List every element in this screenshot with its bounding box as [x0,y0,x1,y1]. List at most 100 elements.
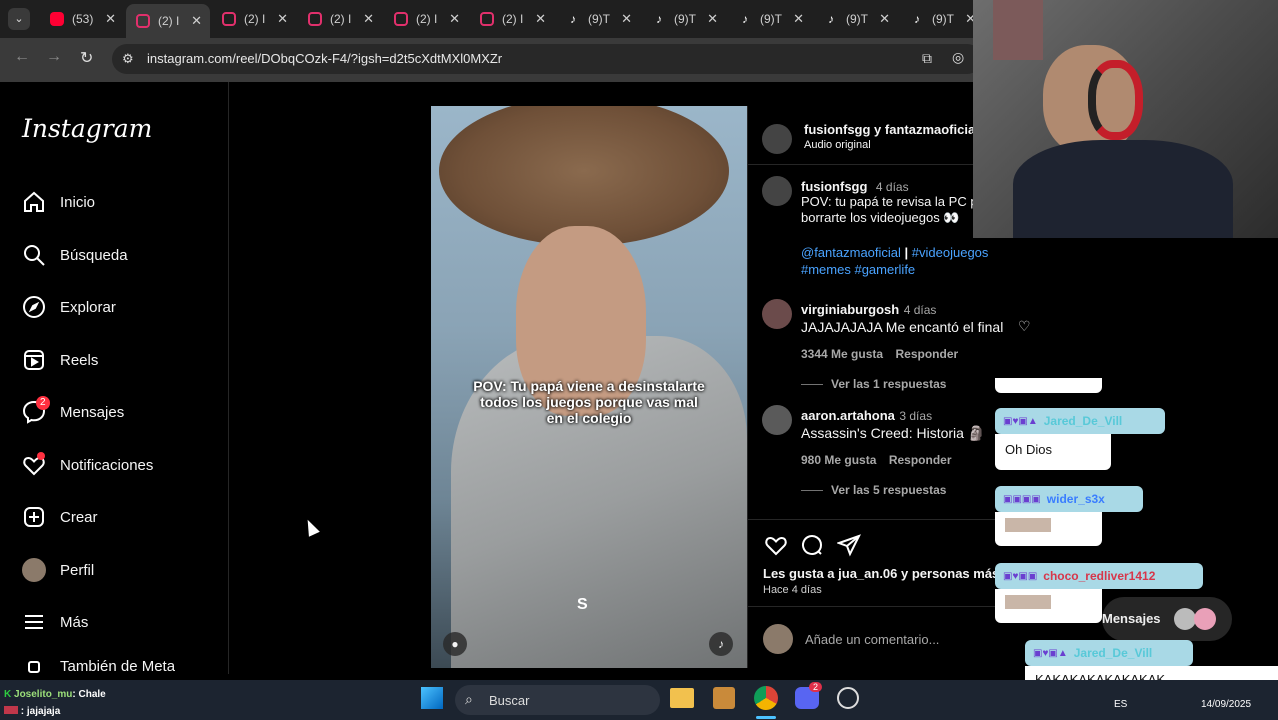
close-tab-icon[interactable]: ✕ [191,13,202,29]
chat-badges-icon: ▣▣▣▣ [1003,493,1041,505]
close-tab-icon[interactable]: ✕ [879,11,890,27]
site-info-icon[interactable]: ⚙ [122,51,134,67]
close-tab-icon[interactable]: ✕ [793,11,804,27]
comment-avatar[interactable] [762,299,792,329]
app-icon[interactable] [837,687,859,709]
tab-label: (2) I [502,12,524,26]
caption-time: 4 días [875,180,909,194]
comment-text: JAJAJAJAJA Me encantó el final [801,319,1004,335]
caption-author[interactable]: fusionfsgg [801,179,867,194]
caption-author-avatar[interactable] [762,176,792,206]
nav-mensajes[interactable]: 2 Mensajes [22,396,124,427]
webcam-hoodie [1013,140,1233,238]
nav-explorar[interactable]: Explorar [22,292,116,322]
tab-label: (2) I [244,12,266,26]
tab-instagram[interactable]: (2) I ✕ [298,6,382,32]
share-icon[interactable] [837,533,861,557]
comment-header: virginiaburgosh 4 días [801,302,937,317]
forward-button[interactable]: → [46,48,62,66]
tab-instagram[interactable]: (2) I ✕ [470,6,554,32]
webcam-feed [973,0,1278,238]
tagged-users-button[interactable]: ● [443,632,467,656]
tab-search-button[interactable]: ⌄ [8,8,30,30]
close-tab-icon[interactable]: ✕ [449,11,460,27]
hashtag-link[interactable]: #videojuegos [912,245,989,260]
tab-label: (53) [72,12,94,26]
chat-badge-icon [4,706,18,714]
nav-inicio[interactable]: Inicio [22,187,95,217]
audio-label[interactable]: Audio original [804,139,871,151]
stream-chat: K Joselito_mu: Chale : jajajaja [4,689,106,717]
nav-tambien-de-meta[interactable]: También de Meta [22,658,175,674]
view-replies-button[interactable]: Ver las 5 respuestas [801,483,946,497]
nav-mas[interactable]: Más [22,607,88,637]
post-author-avatar[interactable] [762,124,792,154]
tab-label: (9)T [760,12,782,26]
close-tab-icon[interactable]: ✕ [105,11,116,27]
tab-label: (9)T [674,12,696,26]
nav-reels[interactable]: Reels [22,345,98,375]
comment-meta: 980 Me gusta Responder [801,453,952,467]
address-bar[interactable]: ⚙ instagram.com/reel/DObqCOzk-F4/?igsh=d… [112,44,982,74]
eye-off-icon[interactable]: ◎ [952,49,964,66]
clock-date[interactable]: 14/09/2025 [1201,699,1251,710]
nav-busqueda[interactable]: Búsqueda [22,240,128,270]
taskbar-search[interactable]: ⌕ Buscar [455,685,660,715]
close-tab-icon[interactable]: ✕ [707,11,718,27]
tab-instagram[interactable]: (2) I ✕ [384,6,468,32]
url-text: instagram.com/reel/DObqCOzk-F4/?igsh=d2t… [147,51,503,66]
reels-icon [24,350,44,370]
close-tab-icon[interactable]: ✕ [363,11,374,27]
close-tab-icon[interactable]: ✕ [277,11,288,27]
chat-username-tag: ▣♥▣▲ Jared_De_Vill [995,408,1165,434]
tab-youtube[interactable]: (53) ✕ [40,6,124,32]
caption-tags-line2[interactable]: #memes #gamerlife [801,262,915,277]
view-replies-button[interactable]: Ver las 1 respuestas [801,377,946,391]
app-icon[interactable] [713,687,735,709]
likes-summary[interactable]: Les gusta a jua_an.06 y personas más [763,566,999,581]
input-language[interactable]: ES [1114,699,1127,710]
menu-icon [25,615,43,629]
reel-video[interactable]: POV: Tu papá viene a desinstalarte todos… [431,106,747,668]
reload-button[interactable]: ↻ [80,48,93,68]
file-explorer-icon[interactable] [670,688,694,708]
chrome-icon[interactable] [754,686,778,710]
install-app-icon[interactable]: ⧉ [922,50,932,67]
tab-tiktok[interactable]: ♪ (9)T ✕ [728,6,812,32]
post-header-users[interactable]: fusionfsgg y fantazmaoficial [804,122,979,137]
comment-like-button[interactable]: ♡ [1018,318,1031,335]
tab-label: (9)T [932,12,954,26]
close-tab-icon[interactable]: ✕ [535,11,546,27]
nav-perfil[interactable]: Perfil [22,555,94,585]
messages-chat-pill[interactable]: Mensajes [1102,597,1232,641]
close-tab-icon[interactable]: ✕ [621,11,632,27]
comment-header: aaron.artahona 3 días [801,408,933,423]
windows-start-icon[interactable] [421,687,443,709]
tab-instagram[interactable]: (2) I ✕ [212,6,296,32]
tab-tiktok[interactable]: ♪ (9)T ✕ [900,6,984,32]
comment-avatar[interactable] [762,405,792,435]
tab-instagram[interactable]: (2) I ✕ [126,4,210,38]
add-comment-input[interactable]: Añade un comentario... [805,632,939,647]
like-icon[interactable] [764,533,788,557]
back-button[interactable]: ← [14,48,30,66]
avatar [1174,608,1196,630]
reply-button[interactable]: Responder [896,347,959,361]
instagram-icon [308,12,322,26]
comment-icon[interactable] [800,533,824,557]
nav-crear[interactable]: Crear [22,502,98,532]
active-app-indicator [756,716,776,719]
volume-icon[interactable]: ♪ [709,632,733,656]
comment-meta: 3344 Me gusta Responder [801,347,959,361]
mention-link[interactable]: @fantazmaoficial [801,245,901,260]
instagram-logo[interactable]: Instagram [22,114,152,143]
reply-button[interactable]: Responder [889,453,952,467]
avatar [22,558,46,582]
nav-notificaciones[interactable]: Notificaciones [22,450,153,480]
webcam-poster [993,0,1043,60]
tab-tiktok[interactable]: ♪ (9)T ✕ [556,6,640,32]
tab-tiktok[interactable]: ♪ (9)T ✕ [642,6,726,32]
tab-tiktok[interactable]: ♪ (9)T ✕ [814,6,898,32]
discord-icon[interactable]: 2 [795,682,823,709]
instagram-icon [480,12,494,26]
